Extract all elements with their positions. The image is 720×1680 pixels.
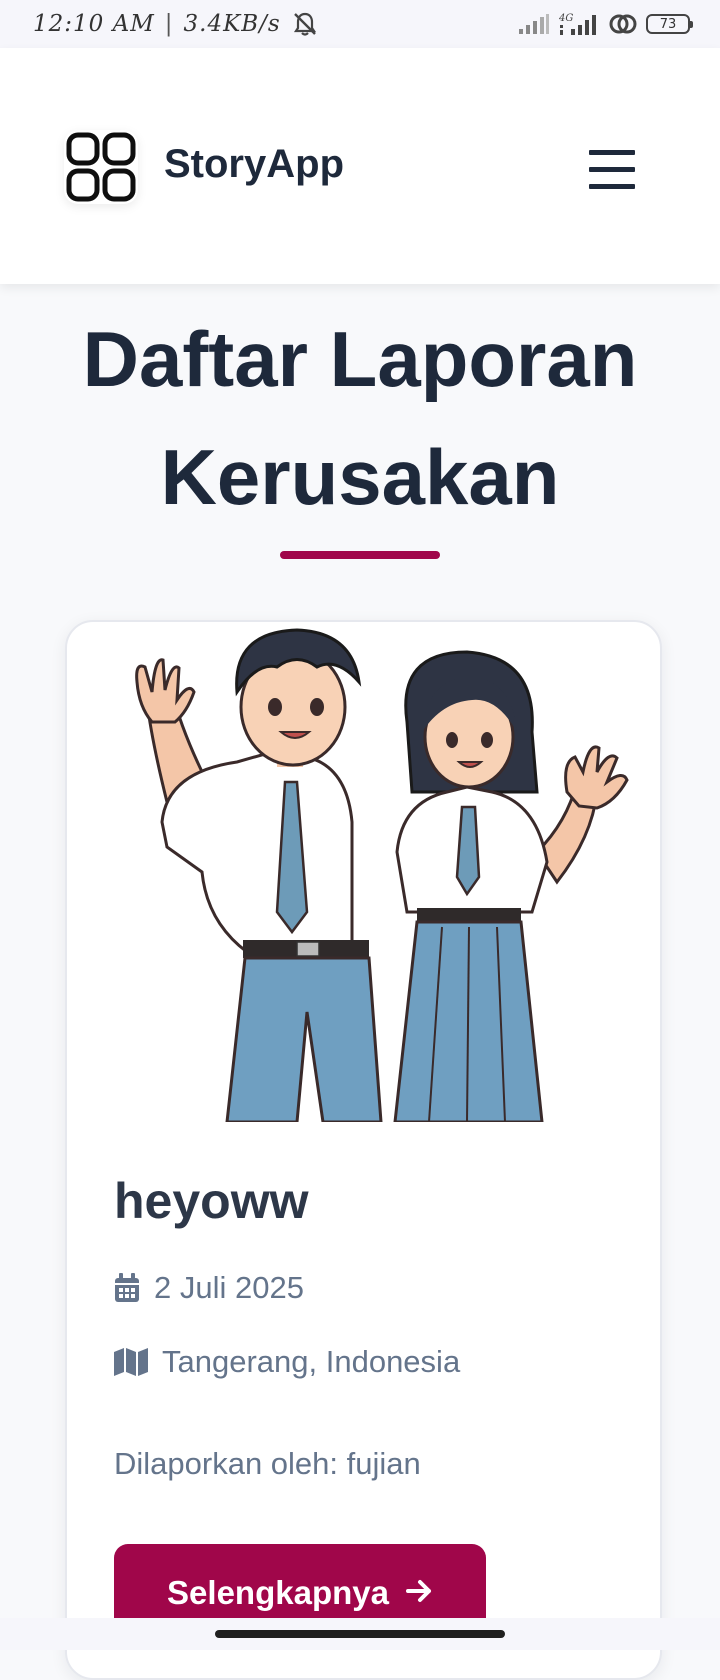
story-card[interactable]: heyoww 2 Juli 2025 Tangerang, Indonesia … (65, 620, 662, 1680)
map-icon (114, 1348, 148, 1376)
hamburger-menu-icon (589, 150, 635, 189)
status-bar: 12:10 AM | 3.4KB/s 4G 73 (0, 0, 720, 48)
hamburger-menu-button[interactable] (582, 140, 642, 200)
status-separator: | (164, 11, 174, 37)
brand-name[interactable]: StoryApp (164, 142, 344, 187)
title-underline (280, 551, 440, 559)
story-location: Tangerang, Indonesia (162, 1344, 461, 1379)
app-header: StoryApp (0, 48, 720, 284)
svg-text:4G: 4G (558, 13, 573, 24)
signal-icon (519, 14, 549, 34)
story-title[interactable]: heyoww (114, 1172, 308, 1230)
story-reporter: Dilaporkan oleh: fujian (114, 1446, 421, 1481)
story-date: 2 Juli 2025 (154, 1270, 304, 1305)
app-logo[interactable] (64, 130, 138, 204)
link-icon (609, 14, 637, 34)
bottom-gesture-bar (0, 1618, 720, 1650)
girl-figure (393, 650, 629, 1122)
grid-icon (66, 132, 136, 202)
read-more-label: Selengkapnya (167, 1574, 389, 1611)
story-image[interactable] (97, 622, 634, 1122)
battery-icon: 73 (646, 14, 693, 34)
status-left: 12:10 AM | 3.4KB/s (33, 10, 319, 38)
page-title: Daftar Laporan Kerusakan (82, 315, 638, 521)
signal-4g-icon: 4G (558, 13, 596, 35)
boy-figure (135, 628, 383, 1122)
status-time: 12:10 AM (33, 11, 155, 37)
bell-muted-icon (293, 12, 316, 36)
calendar-icon (115, 1273, 139, 1302)
network-speed: 3.4KB/s (183, 11, 281, 37)
home-indicator[interactable] (215, 1630, 505, 1638)
story-date-row: 2 Juli 2025 (114, 1270, 304, 1306)
battery-level: 73 (659, 16, 677, 32)
story-location-row: Tangerang, Indonesia (114, 1344, 460, 1380)
arrow-right-icon (405, 1580, 431, 1602)
status-right: 4G 73 (518, 11, 693, 37)
